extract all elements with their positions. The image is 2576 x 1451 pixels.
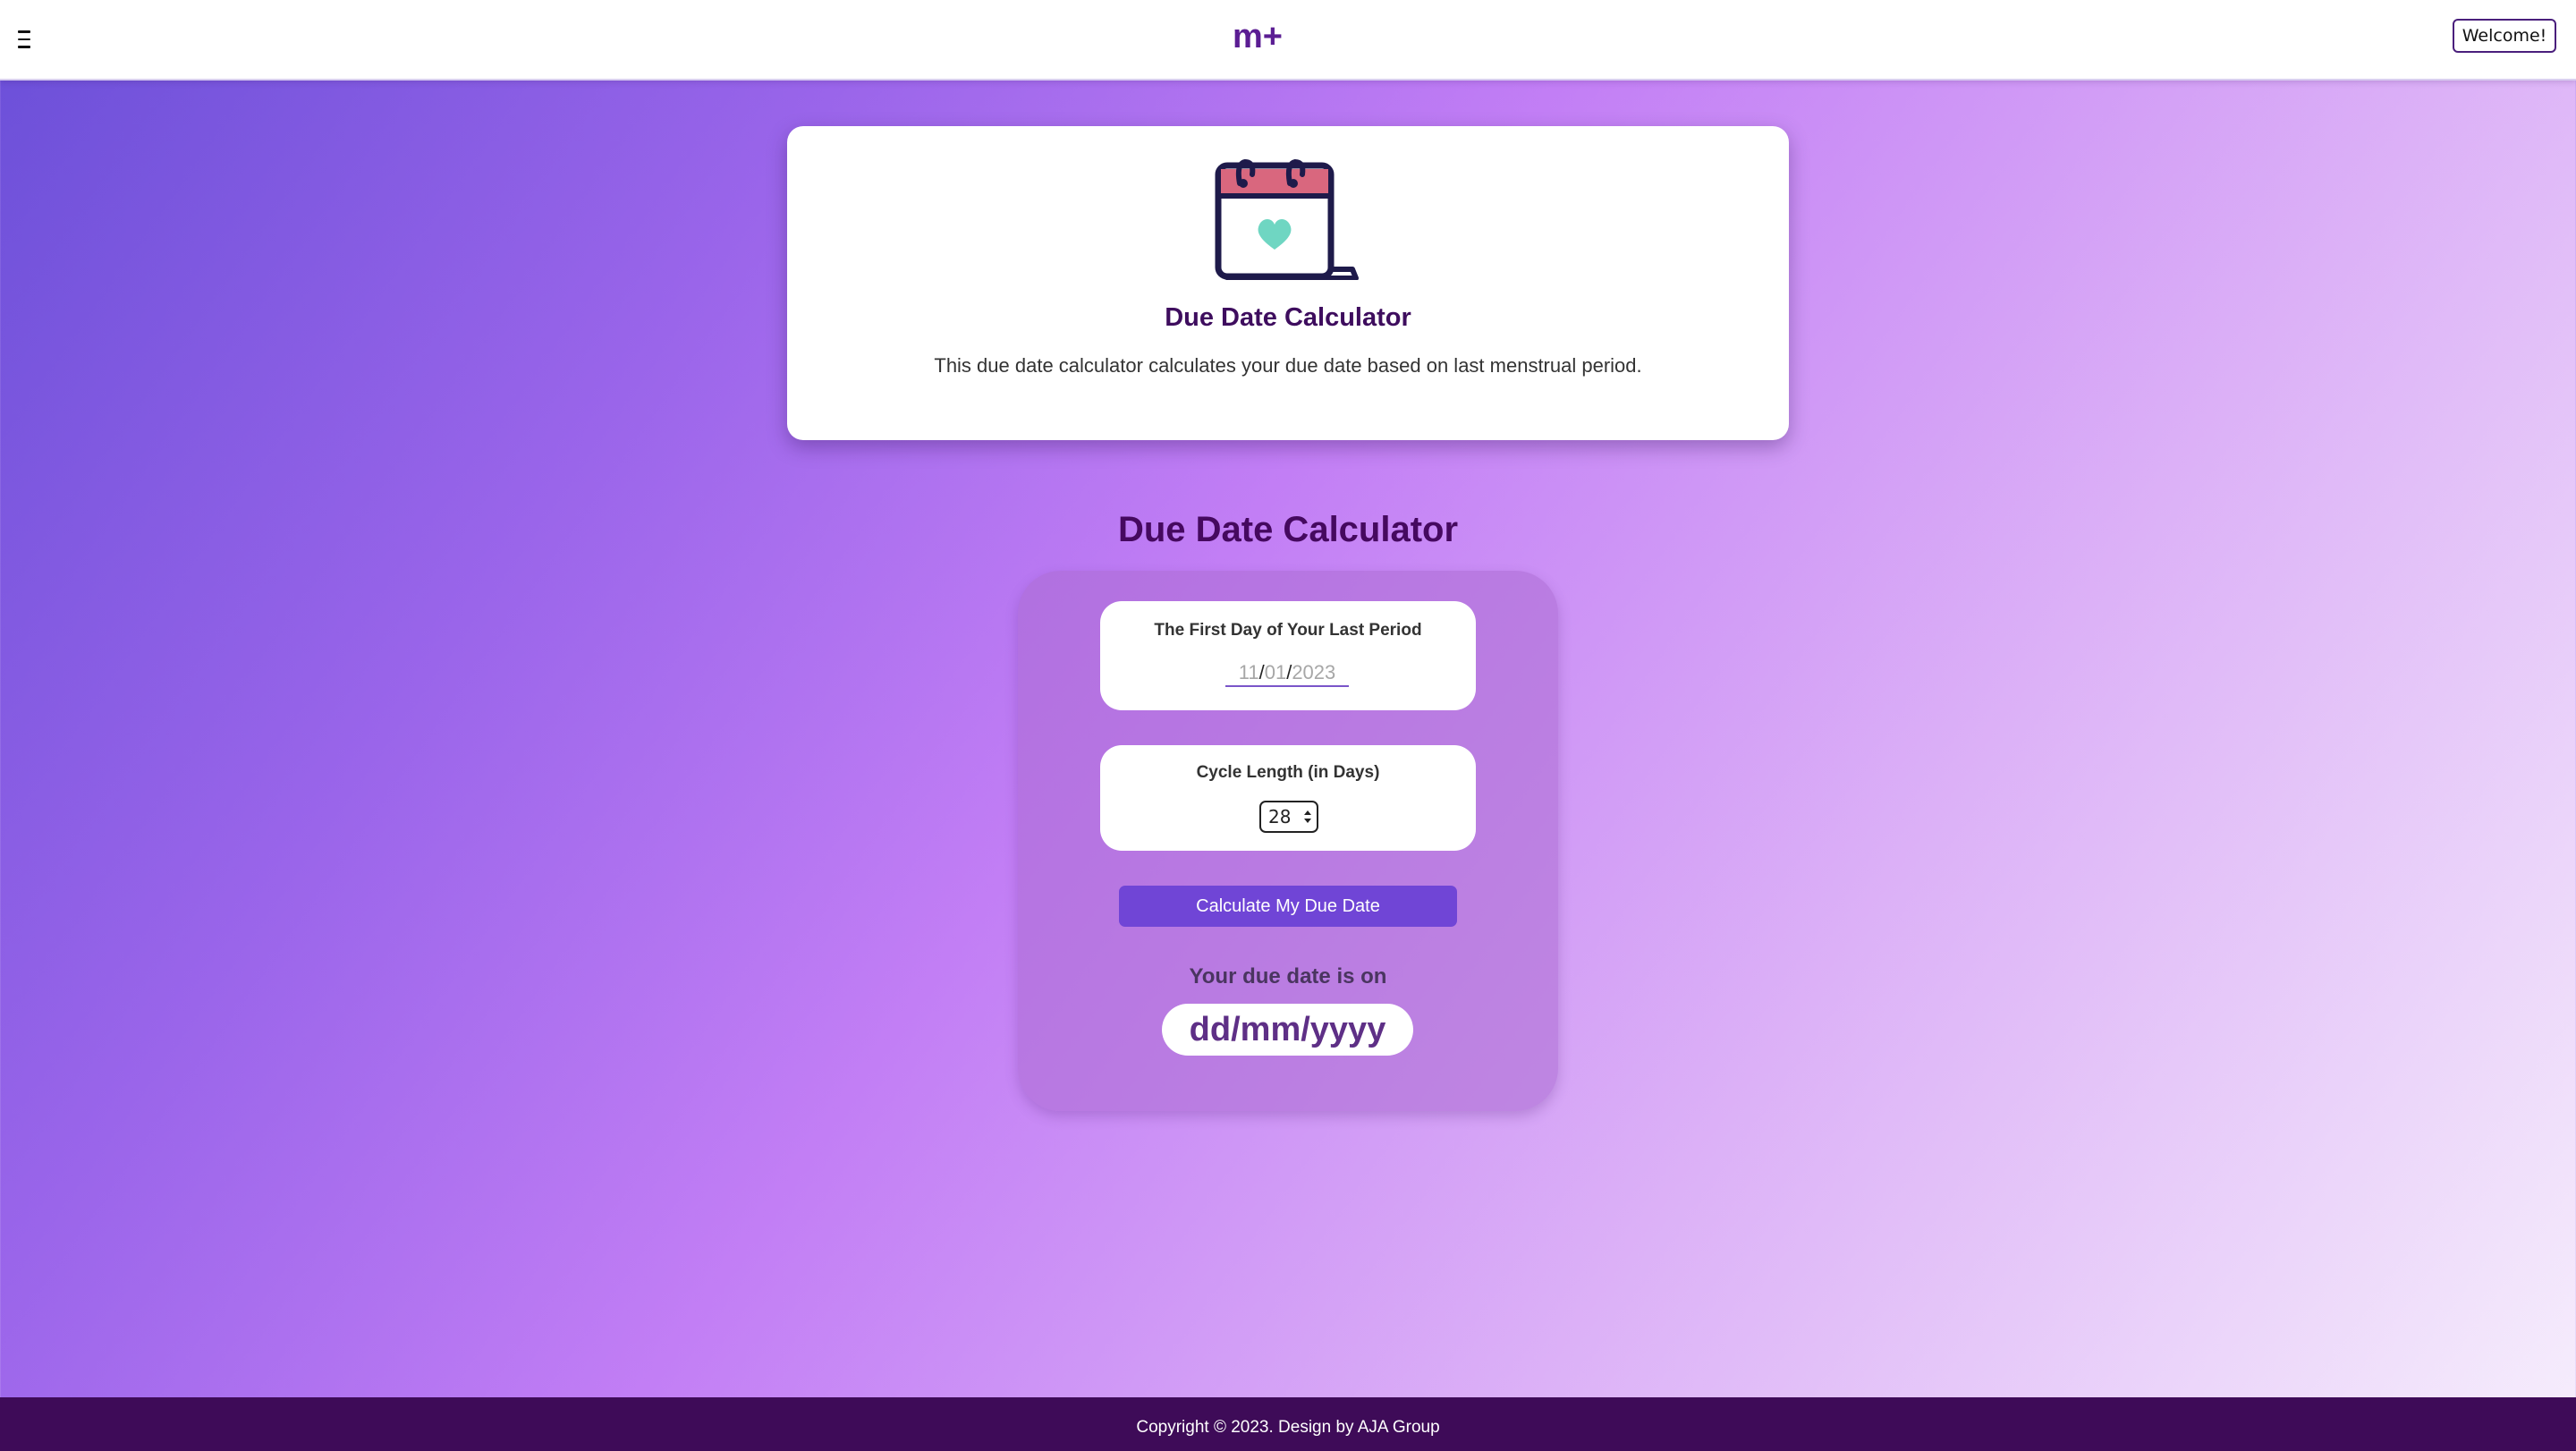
last-period-card: The First Day of Your Last Period 11/01/… bbox=[1100, 601, 1476, 710]
hamburger-menu-icon[interactable] bbox=[15, 23, 33, 50]
date-month-segment[interactable]: 11 bbox=[1239, 661, 1259, 683]
footer-copyright: Copyright © 2023. Design by AJA Group bbox=[1136, 1418, 1440, 1437]
cycle-length-value: 28 bbox=[1268, 806, 1292, 827]
footer: Copyright © 2023. Design by AJA Group bbox=[0, 1397, 2576, 1451]
last-period-date-input[interactable]: 11/01/2023 bbox=[1225, 658, 1349, 687]
calculate-due-date-button[interactable]: Calculate My Due Date bbox=[1119, 886, 1457, 927]
cycle-length-card: Cycle Length (in Days) 28 bbox=[1100, 745, 1476, 851]
due-date-label: Your due date is on bbox=[1189, 964, 1387, 989]
logo[interactable]: m+ bbox=[1233, 18, 1301, 54]
intro-description: This due date calculator calculates your… bbox=[934, 354, 1642, 377]
due-date-result: dd/mm/yyyy bbox=[1162, 1004, 1413, 1056]
calendar-heart-icon bbox=[1215, 158, 1359, 280]
cycle-length-label: Cycle Length (in Days) bbox=[1196, 763, 1380, 782]
calculator-panel: The First Day of Your Last Period 11/01/… bbox=[1018, 571, 1558, 1111]
last-period-label: The First Day of Your Last Period bbox=[1154, 621, 1422, 640]
intro-card: Due Date Calculator This due date calcul… bbox=[787, 126, 1789, 440]
date-day-segment[interactable]: 01 bbox=[1265, 661, 1286, 683]
logo-text: m+ bbox=[1233, 18, 1283, 54]
cycle-length-select[interactable]: 28 bbox=[1259, 801, 1318, 833]
intro-title: Due Date Calculator bbox=[1165, 303, 1411, 332]
calculator-heading: Due Date Calculator bbox=[1117, 510, 1459, 549]
top-navbar: m+ Welcome! bbox=[0, 0, 2576, 81]
select-updown-icon bbox=[1304, 810, 1311, 823]
date-year-segment[interactable]: 2023 bbox=[1292, 661, 1335, 683]
welcome-button[interactable]: Welcome! bbox=[2453, 19, 2556, 53]
